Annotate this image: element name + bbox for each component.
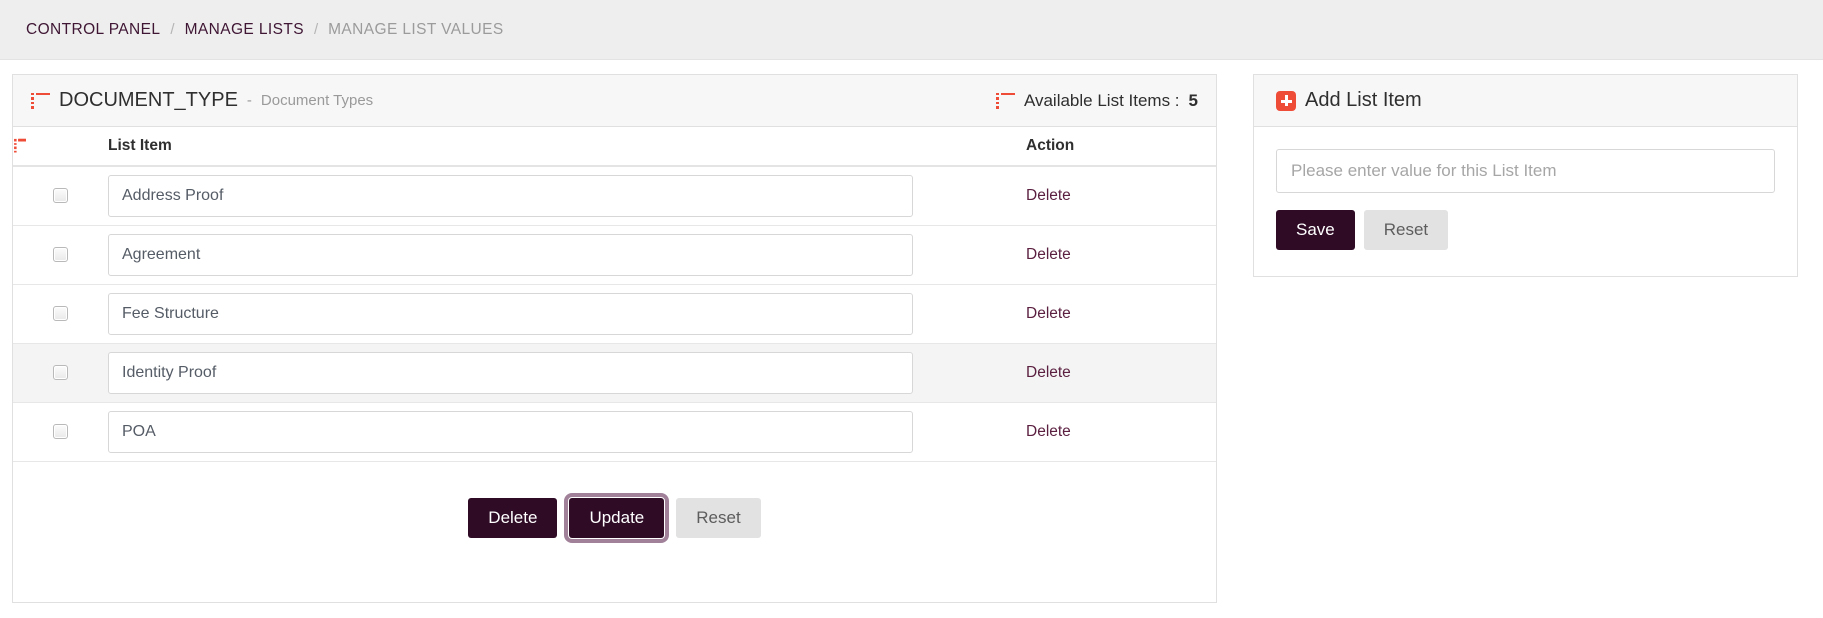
table-row: Delete	[13, 166, 1216, 226]
add-panel-title-group: Add List Item	[1276, 89, 1422, 112]
delete-row-link[interactable]: Delete	[1026, 305, 1071, 322]
table-row: Delete	[13, 284, 1216, 344]
list-items-table: List Item Action Delete	[13, 127, 1216, 462]
row-checkbox[interactable]	[53, 365, 68, 381]
list-item-input[interactable]	[108, 352, 913, 394]
row-action-cell: Delete	[1026, 402, 1216, 462]
table-header-action: Action	[1026, 127, 1216, 167]
table-header-row: List Item Action	[13, 127, 1216, 167]
row-value-cell	[108, 402, 1026, 462]
list-icon	[31, 92, 50, 109]
table-row: Delete	[13, 402, 1216, 462]
delete-row-link[interactable]: Delete	[1026, 246, 1071, 263]
row-value-cell	[108, 166, 1026, 226]
table-row: Delete	[13, 225, 1216, 285]
add-list-item-form: Save Reset	[1254, 127, 1797, 276]
panel-title-group: DOCUMENT_TYPE - Document Types	[31, 89, 373, 112]
add-reset-button[interactable]: Reset	[1363, 210, 1449, 251]
add-list-item-panel: Add List Item Save Reset	[1253, 74, 1798, 278]
save-button[interactable]: Save	[1276, 210, 1355, 251]
page-body: DOCUMENT_TYPE - Document Types Available…	[0, 60, 1823, 604]
list-item-input[interactable]	[108, 411, 913, 453]
available-items-label: Available List Items :	[1023, 90, 1180, 110]
row-select-cell	[13, 343, 108, 403]
row-action-cell: Delete	[1026, 166, 1216, 226]
table-header-select	[13, 127, 108, 167]
available-items-group: Available List Items : 5	[995, 90, 1198, 111]
row-checkbox[interactable]	[53, 306, 68, 322]
row-select-cell	[13, 166, 108, 226]
add-list-item-title: Add List Item	[1305, 89, 1422, 111]
breadcrumb-item-manage-lists[interactable]: MANAGE LISTS	[185, 21, 304, 39]
breadcrumb-item-manage-list-values: MANAGE LIST VALUES	[328, 20, 504, 38]
table-header-list-item: List Item	[108, 127, 1026, 167]
update-button[interactable]: Update	[564, 492, 670, 544]
row-select-cell	[13, 284, 108, 344]
table-row: Delete	[13, 343, 1216, 403]
new-list-item-input[interactable]	[1276, 149, 1775, 193]
delete-row-link[interactable]: Delete	[1026, 423, 1071, 440]
delete-row-link[interactable]: Delete	[1026, 364, 1071, 381]
delete-button[interactable]: Delete	[468, 498, 558, 539]
row-action-cell: Delete	[1026, 343, 1216, 403]
reset-button[interactable]: Reset	[676, 498, 761, 539]
breadcrumb-separator: /	[170, 21, 175, 38]
available-items-count: 5	[1188, 90, 1198, 110]
add-form-actions: Save Reset	[1276, 210, 1775, 251]
list-item-input[interactable]	[108, 293, 913, 335]
list-icon	[14, 138, 26, 153]
add-list-item-panel-header: Add List Item	[1254, 75, 1797, 127]
page-title: DOCUMENT_TYPE	[59, 89, 238, 111]
delete-row-link[interactable]: Delete	[1026, 187, 1071, 204]
breadcrumb-separator: /	[313, 21, 319, 38]
breadcrumb-item-control-panel[interactable]: CONTROL PANEL	[26, 21, 160, 39]
page-title-separator: -	[246, 92, 252, 109]
row-select-cell	[13, 402, 108, 462]
table-body: Delete Delete	[13, 166, 1216, 462]
table-header: List Item Action	[13, 127, 1216, 167]
row-checkbox[interactable]	[53, 188, 68, 204]
list-icon	[995, 92, 1015, 109]
breadcrumb: CONTROL PANEL / MANAGE LISTS / MANAGE LI…	[0, 0, 1823, 60]
row-action-cell: Delete	[1026, 284, 1216, 344]
add-plus-icon	[1276, 90, 1296, 111]
table-actions: Delete Update Reset	[13, 462, 1216, 602]
row-checkbox[interactable]	[53, 247, 68, 263]
row-checkbox[interactable]	[53, 424, 68, 440]
row-value-cell	[108, 343, 1026, 403]
row-action-cell: Delete	[1026, 225, 1216, 285]
list-values-panel-header: DOCUMENT_TYPE - Document Types Available…	[13, 75, 1216, 127]
row-value-cell	[108, 225, 1026, 285]
list-values-panel: DOCUMENT_TYPE - Document Types Available…	[12, 74, 1217, 604]
list-item-input[interactable]	[108, 175, 913, 217]
list-item-input[interactable]	[108, 234, 913, 276]
row-select-cell	[13, 225, 108, 285]
row-value-cell	[108, 284, 1026, 344]
page-subtitle: Document Types	[260, 92, 374, 109]
